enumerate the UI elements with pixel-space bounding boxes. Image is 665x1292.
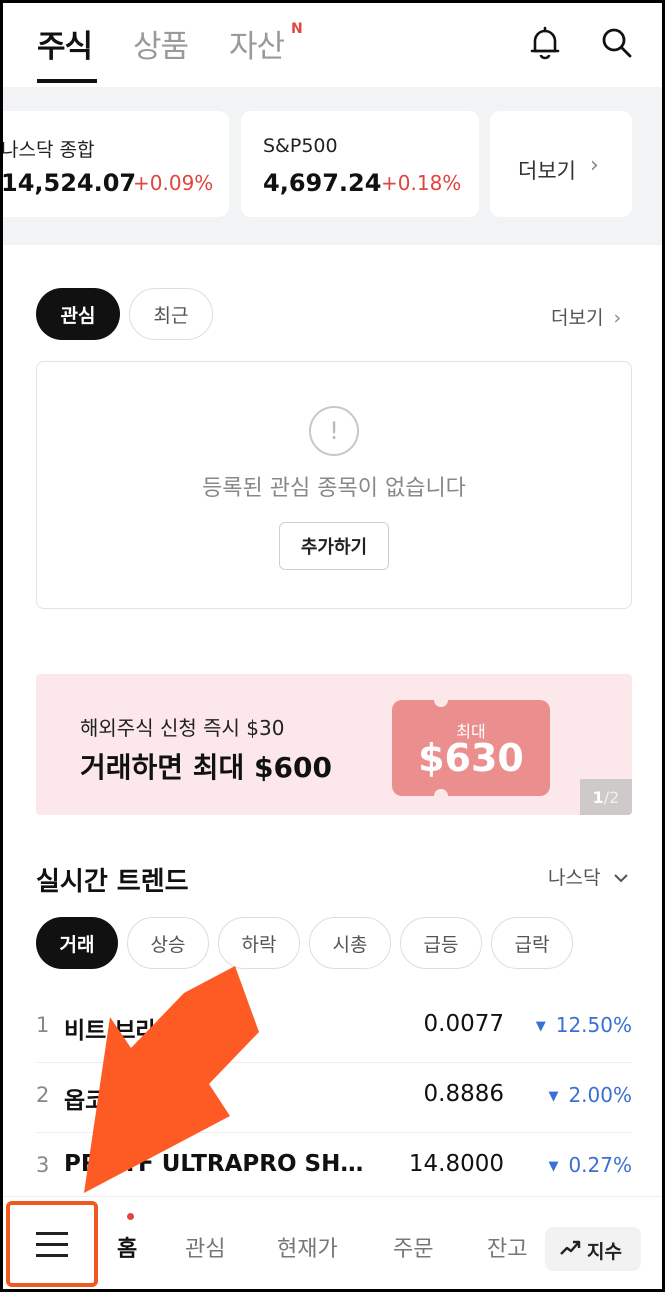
index-card-nasdaq[interactable]: 나스닥 종합 14,524.07 +0.09% bbox=[3, 111, 229, 217]
nav-home[interactable]: 홈 bbox=[117, 1231, 137, 1263]
tab-stocks[interactable]: 주식 bbox=[37, 21, 93, 66]
index-name: S&P500 bbox=[263, 135, 338, 157]
nav-balance[interactable]: 잔고 bbox=[487, 1231, 527, 1263]
stock-price: 0.8886 bbox=[423, 1081, 504, 1107]
rank: 3 bbox=[36, 1153, 50, 1177]
app-screen: 주식 상품 자산 N 나스닥 종합 14,524.07 +0.09% S&P50… bbox=[3, 3, 662, 1289]
empty-message: 등록된 관심 종목이 없습니다 bbox=[202, 476, 466, 501]
nav-watchlist[interactable]: 관심 bbox=[185, 1231, 225, 1263]
chevron-right-icon: › bbox=[590, 153, 599, 178]
page-total: /2 bbox=[603, 787, 620, 807]
nav-quote[interactable]: 현재가 bbox=[277, 1231, 338, 1263]
filter-plunge[interactable]: 급락 bbox=[491, 917, 573, 969]
down-triangle-icon: ▼ bbox=[548, 1089, 559, 1104]
tab-assets[interactable]: 자산 bbox=[229, 21, 285, 66]
nav-order[interactable]: 주문 bbox=[393, 1231, 433, 1263]
index-button[interactable]: 지수 bbox=[545, 1227, 641, 1271]
rank: 2 bbox=[36, 1083, 50, 1107]
index-carousel[interactable]: 나스닥 종합 14,524.07 +0.09% S&P500 4,697.24 … bbox=[3, 87, 662, 245]
notification-dot bbox=[127, 1213, 134, 1220]
stock-name: PR ETF ULTRAPRO SH… bbox=[64, 1151, 364, 1177]
down-triangle-icon: ▼ bbox=[548, 1159, 559, 1174]
stock-name: 비트 브라 bbox=[64, 1018, 157, 1044]
index-value: 4,697.24 bbox=[263, 169, 382, 197]
watchlist-empty-state: ! 등록된 관심 종목이 없습니다 추가하기 bbox=[36, 361, 632, 609]
stock-change: ▼ 0.27% bbox=[548, 1153, 632, 1177]
filter-volume[interactable]: 거래 bbox=[36, 917, 118, 969]
filter-marketcap[interactable]: 시총 bbox=[309, 917, 391, 969]
index-value: 14,524.07 bbox=[3, 169, 137, 197]
more-label: 더보기 bbox=[551, 307, 604, 329]
coupon-graphic: 최대 $630 bbox=[392, 693, 550, 803]
watchlist-more-link[interactable]: 더보기 › bbox=[551, 303, 621, 330]
stock-change: ▼ 2.00% bbox=[548, 1083, 632, 1107]
index-more-label: 더보기 bbox=[518, 159, 576, 183]
banner-pager: 1/2 bbox=[580, 779, 632, 815]
index-change: +0.18% bbox=[381, 171, 462, 195]
stock-change: ▼ 12.50% bbox=[535, 1013, 632, 1037]
table-row[interactable]: 1 비트 브라 0.0077 ▼ 12.50% bbox=[36, 993, 632, 1063]
market-label: 나스닥 bbox=[548, 867, 601, 889]
market-dropdown[interactable]: 나스닥 bbox=[548, 863, 629, 890]
table-row[interactable]: 3 PR ETF ULTRAPRO SH… 14.8000 ▼ 0.27% bbox=[36, 1133, 632, 1203]
filter-surge[interactable]: 급등 bbox=[400, 917, 482, 969]
index-card-sp500[interactable]: S&P500 4,697.24 +0.18% bbox=[241, 111, 479, 217]
index-change: +0.09% bbox=[133, 171, 214, 195]
index-more-card[interactable]: 더보기 › bbox=[490, 111, 632, 217]
index-name: 나스닥 종합 bbox=[3, 139, 95, 161]
exclamation-icon: ! bbox=[309, 406, 359, 456]
menu-button[interactable] bbox=[6, 1201, 98, 1287]
banner-subtitle: 해외주식 신청 즉시 $30 bbox=[80, 716, 285, 740]
bell-icon[interactable] bbox=[525, 23, 565, 63]
active-tab-indicator bbox=[37, 79, 97, 83]
bottom-nav: 홈 관심 현재가 주문 잔고 지수 bbox=[3, 1196, 662, 1289]
trend-up-icon bbox=[560, 1240, 581, 1255]
table-row[interactable]: 2 옵코 0.8886 ▼ 2.00% bbox=[36, 1063, 632, 1133]
page-current: 1 bbox=[592, 787, 604, 807]
stock-price: 0.0077 bbox=[423, 1011, 504, 1037]
chevron-down-icon bbox=[607, 867, 629, 889]
trend-title: 실시간 트렌드 bbox=[36, 867, 189, 897]
search-icon[interactable] bbox=[597, 23, 637, 63]
add-watchlist-button[interactable]: 추가하기 bbox=[279, 522, 389, 570]
rank: 1 bbox=[36, 1013, 50, 1037]
top-header: 주식 상품 자산 N bbox=[3, 3, 662, 87]
tab-products[interactable]: 상품 bbox=[133, 21, 189, 66]
tab-recent[interactable]: 최근 bbox=[129, 288, 213, 340]
coupon-amount: $630 bbox=[418, 736, 524, 780]
stock-price: 14.8000 bbox=[408, 1151, 504, 1177]
filter-rise[interactable]: 상승 bbox=[127, 917, 209, 969]
banner-title: 거래하면 최대 $600 bbox=[80, 751, 332, 784]
tab-watchlist[interactable]: 관심 bbox=[36, 288, 120, 340]
stock-name: 옵코 bbox=[64, 1088, 107, 1114]
chevron-right-icon: › bbox=[613, 307, 622, 329]
promo-banner[interactable]: 해외주식 신청 즉시 $30 거래하면 최대 $600 최대 $630 1/2 bbox=[36, 674, 632, 815]
new-badge: N bbox=[291, 21, 303, 37]
index-button-label: 지수 bbox=[587, 1241, 622, 1263]
down-triangle-icon: ▼ bbox=[535, 1019, 546, 1034]
filter-fall[interactable]: 하락 bbox=[218, 917, 300, 969]
